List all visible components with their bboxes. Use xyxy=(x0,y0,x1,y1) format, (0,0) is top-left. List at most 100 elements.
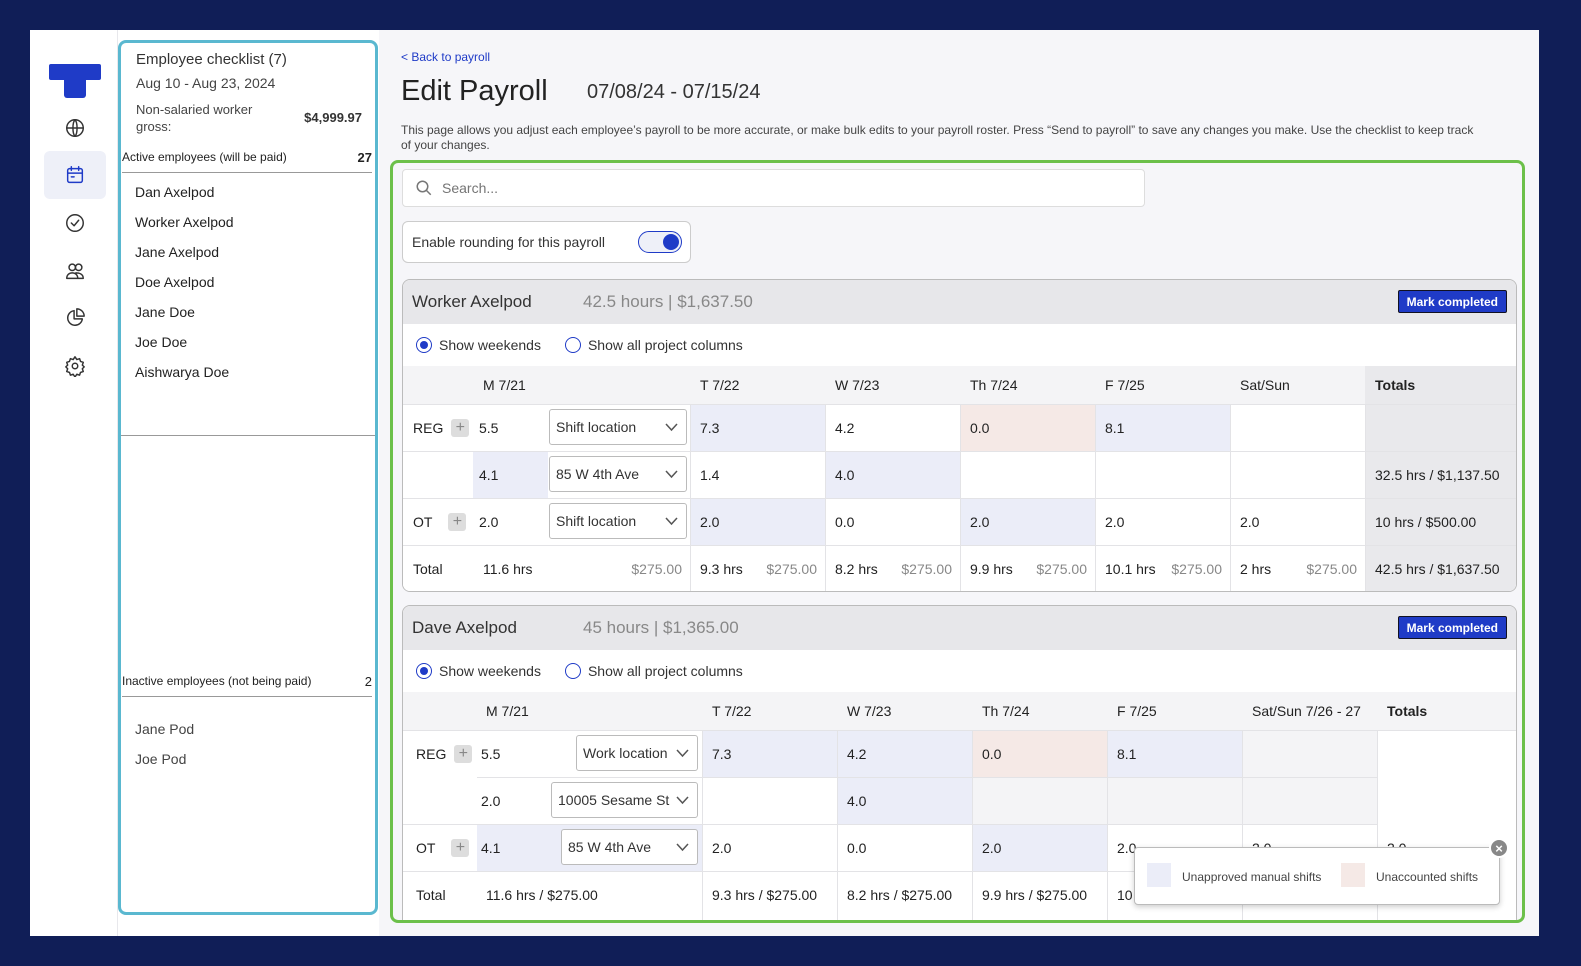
day-header: Th 7/24 xyxy=(970,366,1018,404)
location-select[interactable]: 85 W 4th Ave xyxy=(549,456,687,492)
row-total: 32.5 hrs / $1,137.50 xyxy=(1375,466,1500,483)
hours-value[interactable]: 0.0 xyxy=(982,730,1001,777)
hours-value[interactable]: 4.1 xyxy=(481,824,500,871)
hours-value[interactable]: 4.1 xyxy=(479,451,498,498)
show-project-columns-radio[interactable]: Show all project columns xyxy=(564,337,743,353)
hours-value[interactable]: 1.4 xyxy=(700,451,719,498)
location-value: Shift location xyxy=(556,513,637,529)
day-total: 8.2 hrs $275.00 xyxy=(835,545,960,591)
plus-icon[interactable]: + xyxy=(454,744,473,763)
list-item[interactable]: Dan Axelpod xyxy=(135,183,234,213)
checklist-date-range: Aug 10 - Aug 23, 2024 xyxy=(136,75,276,91)
list-item[interactable]: Doe Axelpod xyxy=(135,273,234,303)
hours-value[interactable]: 2.0 xyxy=(481,777,500,824)
shift-legend: Unapproved manual shifts Unaccounted shi… xyxy=(1134,838,1509,905)
users-icon[interactable] xyxy=(56,252,94,290)
chevron-down-icon xyxy=(665,517,678,526)
search-box[interactable] xyxy=(402,169,1145,207)
location-value: 85 W 4th Ave xyxy=(556,466,640,482)
day-total-hours: 8.2 hrs xyxy=(835,561,878,577)
employee-summary: 42.5 hours | $1,637.50 xyxy=(583,292,753,311)
day-total: 9.9 hrs / $275.00 xyxy=(982,886,1088,903)
active-label: Active employees (will be paid) xyxy=(122,150,287,164)
inactive-employees-header: Inactive employees (not being paid) 2 xyxy=(122,674,372,697)
employee-checklist: Employee checklist (7) Aug 10 - Aug 23, … xyxy=(118,40,378,915)
show-weekends-radio[interactable]: Show weekends xyxy=(416,663,541,679)
list-item[interactable]: Aishwarya Doe xyxy=(135,363,234,393)
plus-icon[interactable]: + xyxy=(448,512,467,531)
hours-value[interactable]: 2.0 xyxy=(479,498,498,545)
hours-value[interactable]: 4.0 xyxy=(835,451,854,498)
location-select[interactable]: Work location xyxy=(576,735,698,771)
hours-value[interactable]: 7.3 xyxy=(700,404,719,451)
hours-value[interactable]: 4.2 xyxy=(847,730,866,777)
list-item[interactable]: Joe Doe xyxy=(135,333,234,363)
pie-chart-icon[interactable] xyxy=(56,299,94,337)
hours-value[interactable]: 2.0 xyxy=(1105,498,1124,545)
hours-value[interactable]: 2.0 xyxy=(700,498,719,545)
logo[interactable] xyxy=(49,64,101,98)
hours-value[interactable]: 2.0 xyxy=(712,824,731,871)
day-total-amount: $275.00 xyxy=(766,561,817,577)
location-select[interactable]: 10005 Sesame St xyxy=(551,782,698,818)
hours-value[interactable]: 5.5 xyxy=(479,404,498,451)
location-select[interactable]: Shift location xyxy=(549,503,687,539)
ot-row-label: OT + xyxy=(403,498,467,545)
location-value: Shift location xyxy=(556,419,637,435)
calendar-icon[interactable] xyxy=(44,151,106,199)
timesheet-grid: M 7/21 T 7/22 W 7/23 Th 7/24 F 7/25 Sat/… xyxy=(403,366,1516,591)
show-project-columns-radio[interactable]: Show all project columns xyxy=(564,663,743,679)
reg-label: REG xyxy=(416,745,447,762)
day-header: M 7/21 xyxy=(483,366,526,404)
divider xyxy=(121,435,375,436)
hours-value[interactable]: 4.0 xyxy=(847,777,866,824)
day-header: W 7/23 xyxy=(835,366,880,404)
list-item[interactable]: Worker Axelpod xyxy=(135,213,234,243)
employee-card-header: Worker Axelpod 42.5 hours | $1,637.50 Ma… xyxy=(403,280,1516,324)
hours-value[interactable]: 7.3 xyxy=(712,730,731,777)
hours-value[interactable]: 5.5 xyxy=(481,730,500,777)
hours-value[interactable]: 0.0 xyxy=(835,498,854,545)
location-select[interactable]: 85 W 4th Ave xyxy=(561,829,698,865)
hours-value[interactable]: 2.0 xyxy=(982,824,1001,871)
day-total-amount: $275.00 xyxy=(1306,561,1357,577)
chevron-down-icon xyxy=(676,796,689,805)
globe-icon[interactable] xyxy=(56,109,94,147)
hours-value[interactable]: 0.0 xyxy=(970,404,989,451)
list-item[interactable]: Jane Pod xyxy=(135,720,194,750)
search-input[interactable] xyxy=(442,180,1092,196)
hours-value[interactable]: 4.2 xyxy=(835,404,854,451)
plus-icon[interactable]: + xyxy=(451,418,470,437)
day-total: 10.1 hrs $275.00 xyxy=(1105,545,1230,591)
list-item[interactable]: Joe Pod xyxy=(135,750,194,780)
active-count: 27 xyxy=(357,150,372,165)
location-select[interactable]: Shift location xyxy=(549,409,687,445)
hours-value[interactable]: 8.1 xyxy=(1105,404,1124,451)
mark-completed-button[interactable]: Mark completed xyxy=(1397,290,1507,313)
main-content: < Back to payroll Edit Payroll 07/08/24 … xyxy=(379,30,1539,936)
checklist-title: Employee checklist (7) xyxy=(136,51,287,68)
hours-value[interactable]: 8.1 xyxy=(1117,730,1136,777)
rounding-toggle[interactable] xyxy=(638,231,682,253)
view-options: Show weekends Show all project columns xyxy=(403,650,1516,692)
day-total: 11.6 hrs / $275.00 xyxy=(486,886,598,903)
hours-value[interactable]: 2.0 xyxy=(1240,498,1259,545)
show-weekends-radio[interactable]: Show weekends xyxy=(416,337,541,353)
day-total-hours: 11.6 hrs xyxy=(483,561,533,577)
row-total: 10 hrs / $500.00 xyxy=(1375,513,1477,530)
list-item[interactable]: Jane Axelpod xyxy=(135,243,234,273)
hours-value[interactable]: 2.0 xyxy=(970,498,989,545)
gear-icon[interactable] xyxy=(56,347,94,385)
view-options: Show weekends Show all project columns xyxy=(403,324,1516,366)
back-to-payroll-link[interactable]: < Back to payroll xyxy=(401,50,490,64)
day-header: T 7/22 xyxy=(712,692,752,730)
check-circle-icon[interactable] xyxy=(56,204,94,242)
chevron-down-icon xyxy=(665,470,678,479)
hours-value[interactable]: 0.0 xyxy=(847,824,866,871)
mark-completed-button[interactable]: Mark completed xyxy=(1397,616,1507,639)
plus-icon[interactable]: + xyxy=(451,838,470,857)
rounding-label: Enable rounding for this payroll xyxy=(412,234,606,250)
list-item[interactable]: Jane Doe xyxy=(135,303,234,333)
payroll-period: 07/08/24 - 07/15/24 xyxy=(587,81,761,103)
close-icon[interactable]: × xyxy=(1489,838,1509,858)
